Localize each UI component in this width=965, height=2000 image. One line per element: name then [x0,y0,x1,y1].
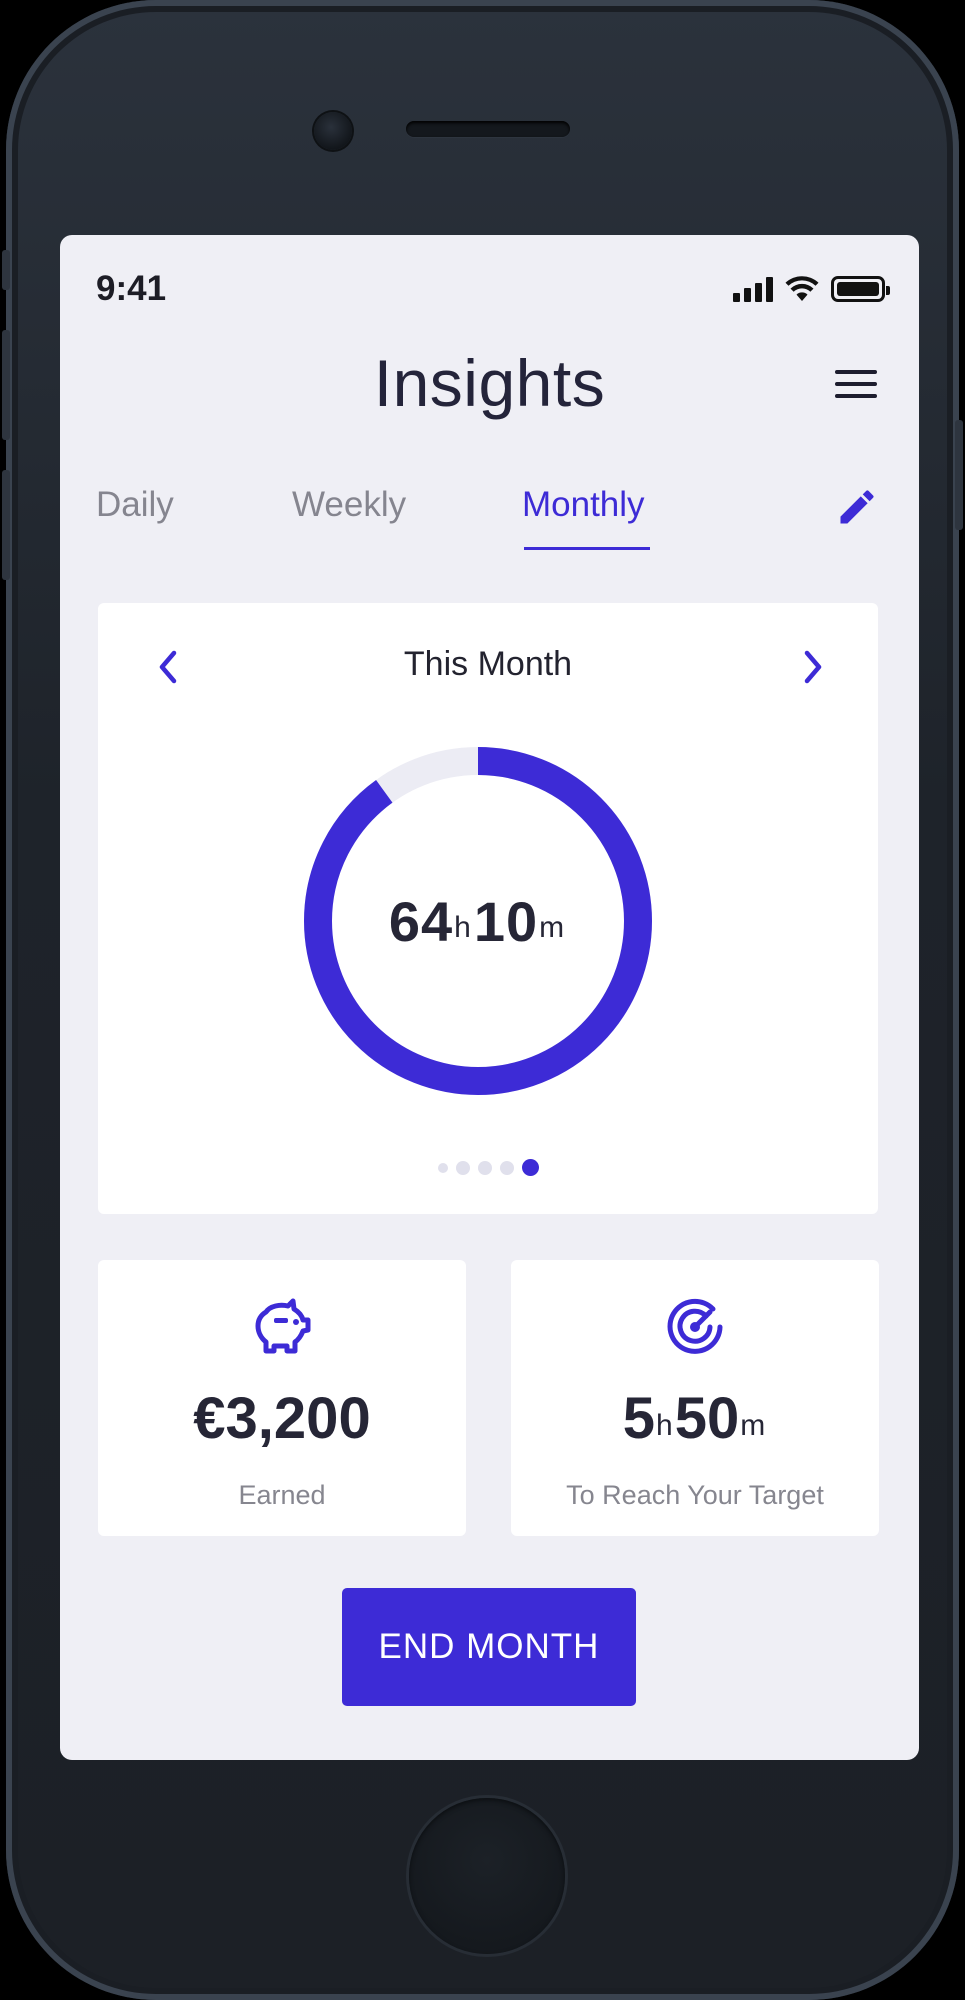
tab-monthly[interactable]: Monthly [522,485,645,525]
edit-pencil-icon[interactable] [835,485,879,529]
period-tabs: Daily Weekly Monthly [60,485,919,545]
tab-daily[interactable]: Daily [96,485,174,525]
target-hours-unit: h [656,1408,673,1442]
total-hours: 64 [388,889,454,953]
page-dot-3[interactable] [477,1160,492,1175]
target-card: 5 h 50 m To Reach Your Target [511,1260,879,1536]
total-minutes: 10 [473,889,539,953]
status-time: 9:41 [96,269,167,308]
page-dot-5[interactable] [521,1159,539,1176]
target-minutes-unit: m [740,1408,766,1442]
front-camera [314,112,352,150]
earned-value: €3,200 [193,1386,371,1451]
power-button [955,420,963,530]
phone-frame: 9:41 Insights Daily Weekly Monthly This … [2,0,963,2000]
target-hours: 5 [622,1386,656,1451]
page-title: Insights [373,346,606,420]
page-dot-2[interactable] [455,1160,470,1175]
tab-weekly[interactable]: Weekly [292,485,406,525]
earned-label: Earned [238,1480,326,1510]
page-dot-4[interactable] [499,1160,514,1175]
mute-switch [2,250,10,290]
target-label: To Reach Your Target [566,1480,824,1510]
earpiece-speaker [406,121,570,137]
summary-card: This Month 64 h 10 m [98,603,878,1214]
target-remaining-time: 5 h 50 m [511,1385,879,1452]
next-period-arrow-icon[interactable] [795,645,831,689]
volume-up-button [2,330,10,440]
target-icon [667,1298,723,1354]
hamburger-menu-icon[interactable] [835,370,877,402]
earned-card: €3,200 Earned [98,1260,466,1536]
cellular-signal-icon [733,276,773,302]
total-minutes-unit: m [539,911,566,944]
app-screen: 9:41 Insights Daily Weekly Monthly This … [60,235,919,1760]
active-tab-indicator [524,547,650,550]
period-title: This Month [403,645,573,683]
home-button[interactable] [409,1798,565,1954]
total-time: 64 h 10 m [303,746,653,1096]
piggy-bank-icon [255,1298,311,1354]
total-hours-unit: h [454,911,472,944]
volume-down-button [2,470,10,580]
page-dot-1[interactable] [437,1162,448,1173]
battery-icon [831,276,890,302]
status-icons [733,275,890,303]
target-minutes: 50 [674,1386,740,1451]
wifi-icon [785,276,819,301]
end-month-button[interactable]: END MONTH [342,1588,636,1706]
page-indicator [98,1159,878,1176]
